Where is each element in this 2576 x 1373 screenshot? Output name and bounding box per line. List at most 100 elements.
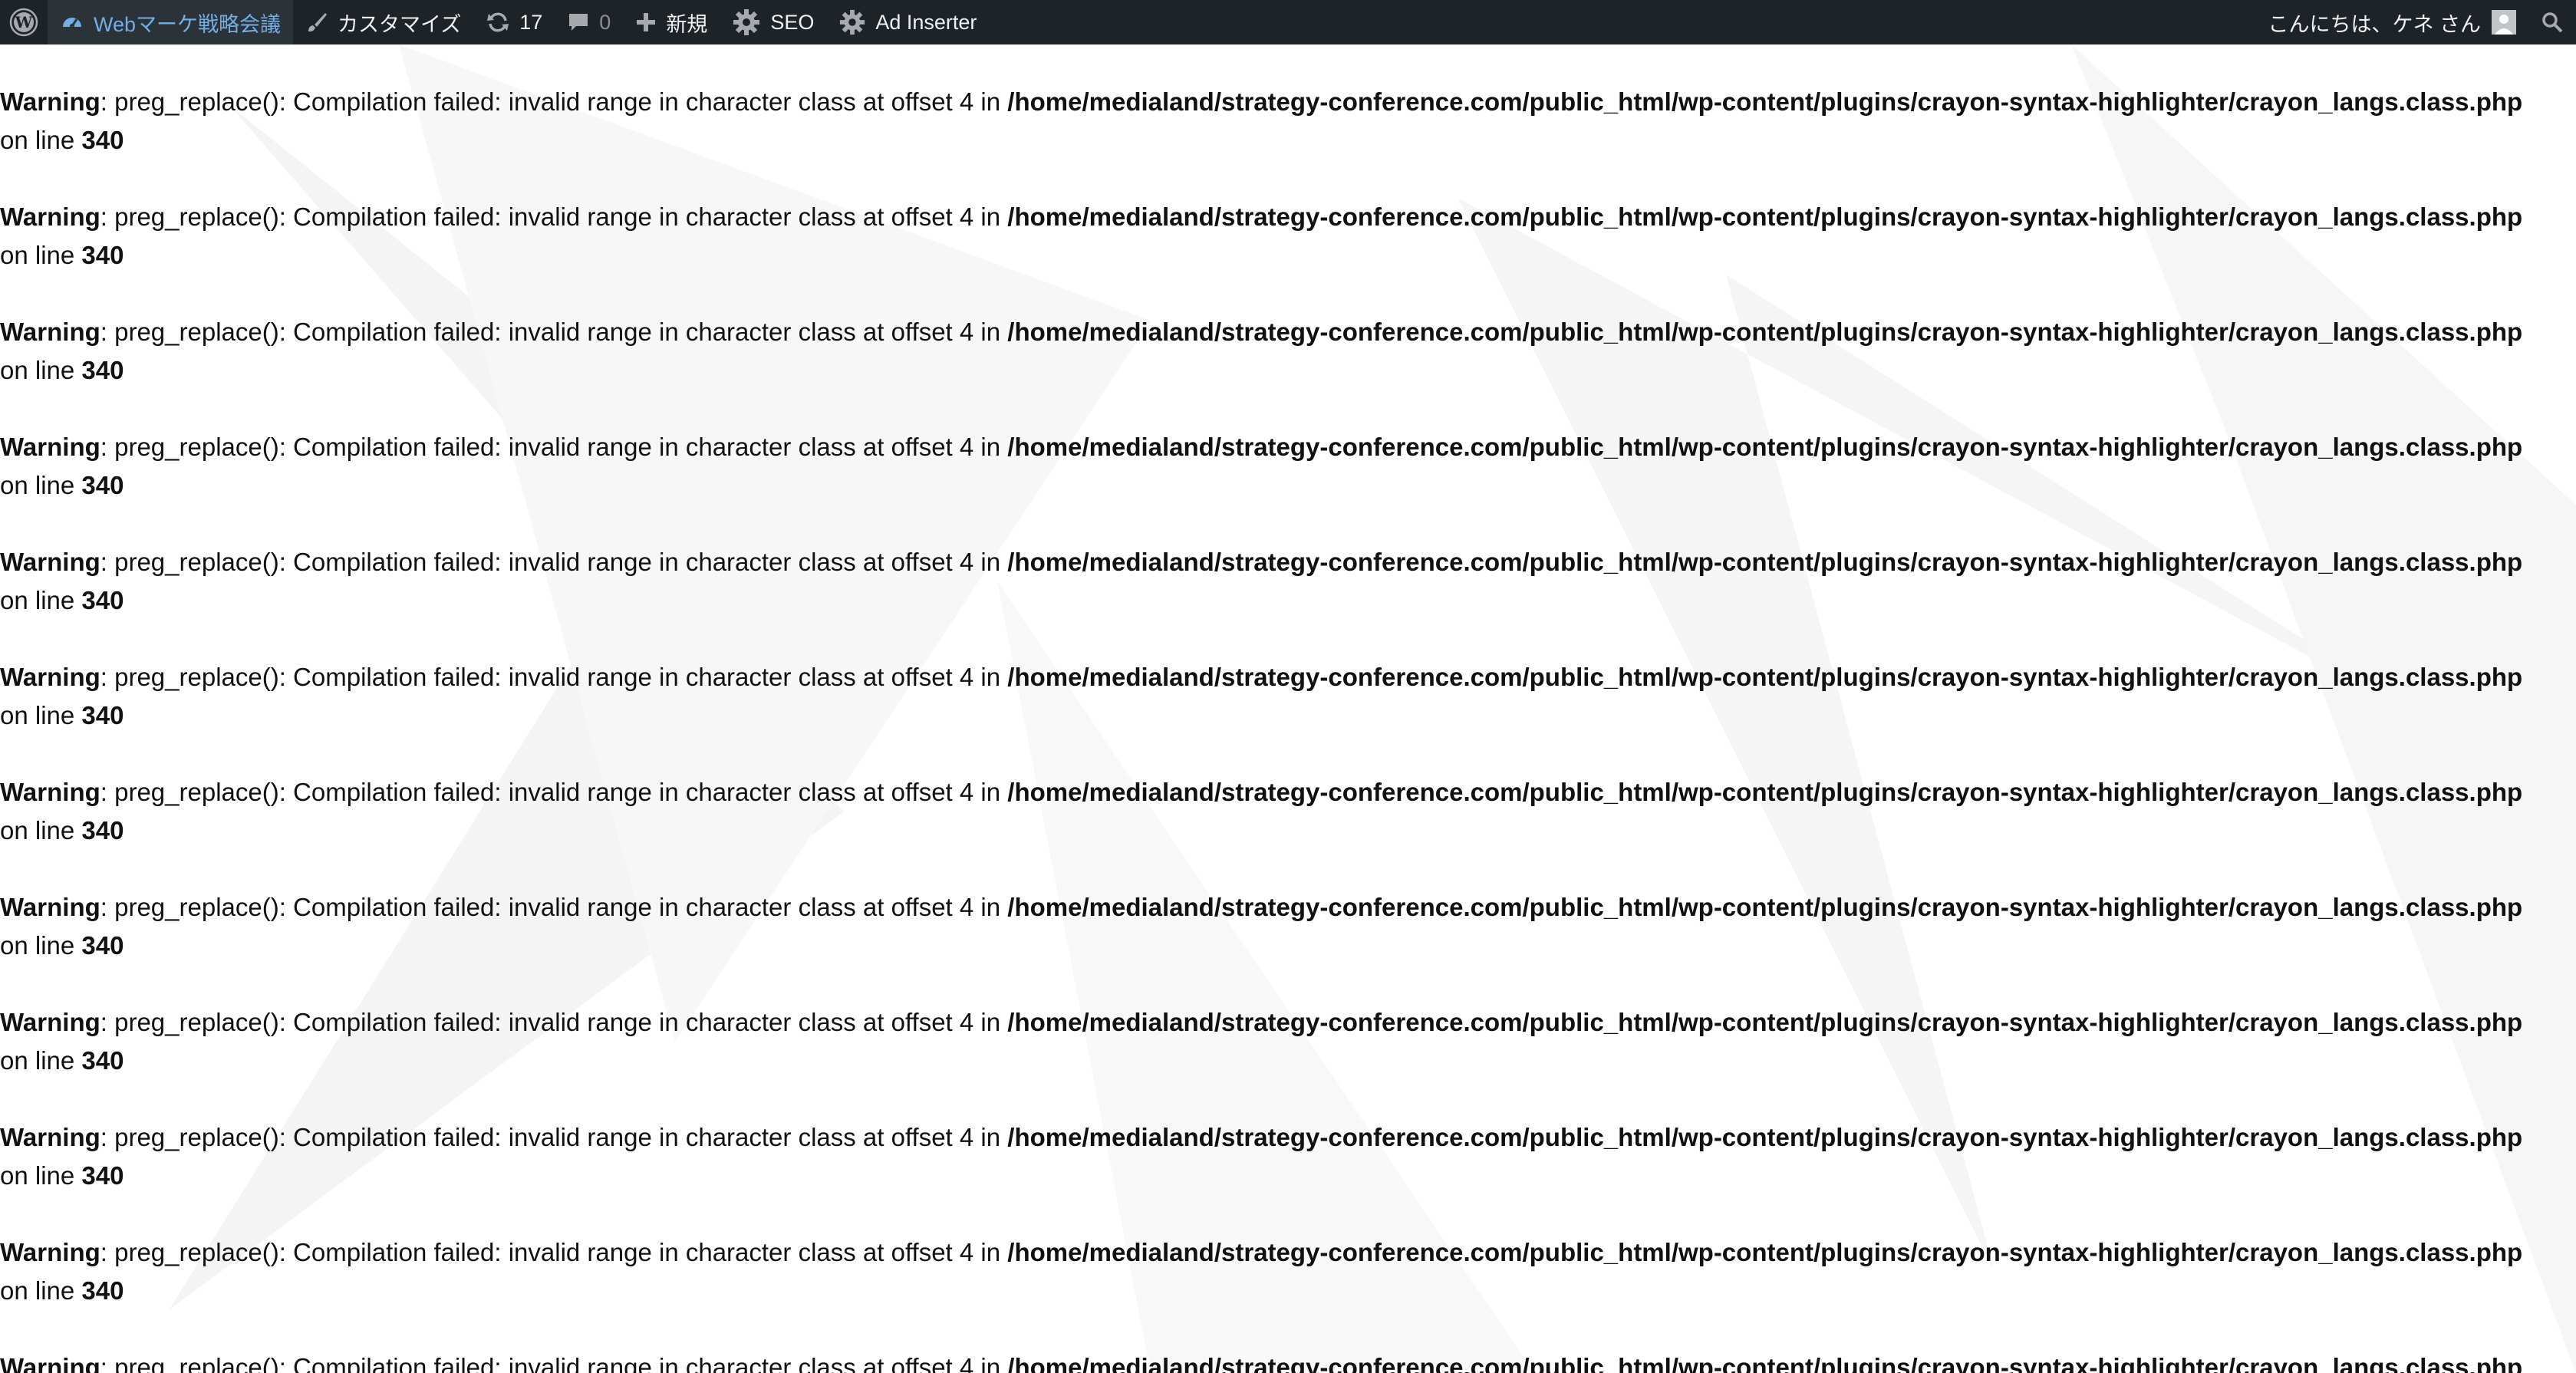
warning-second-line: on line 340 — [0, 1157, 2576, 1195]
warning-message: Warning: preg_replace(): Compilation fai… — [0, 1003, 2576, 1080]
warning-first-line: Warning: preg_replace(): Compilation fai… — [0, 1348, 2576, 1373]
warning-line-number: 340 — [81, 931, 124, 960]
warning-label: Warning — [0, 663, 100, 691]
warning-message: Warning: preg_replace(): Compilation fai… — [0, 428, 2576, 505]
warning-text: : preg_replace(): Compilation failed: in… — [100, 1123, 1008, 1151]
site-name-label: Webマーケ戦略会議 — [94, 12, 282, 36]
warning-on-line-text: on line — [0, 931, 82, 960]
comments-count: 0 — [599, 10, 611, 34]
warning-file-path: /home/medialand/strategy-conference.com/… — [1007, 1123, 2523, 1151]
svg-text:W: W — [15, 13, 33, 31]
warning-message: Warning: preg_replace(): Compilation fai… — [0, 1233, 2576, 1310]
new-content-menu[interactable]: 新規 — [623, 0, 720, 44]
warning-second-line: on line 340 — [0, 696, 2576, 735]
warning-label: Warning — [0, 202, 100, 231]
warning-on-line-text: on line — [0, 816, 82, 845]
warning-file-path: /home/medialand/strategy-conference.com/… — [1007, 663, 2523, 691]
updates-count: 17 — [519, 10, 543, 34]
warning-on-line-text: on line — [0, 471, 82, 499]
site-name-menu[interactable]: Webマーケ戦略会議 — [48, 0, 294, 44]
comments-menu[interactable]: 0 — [555, 0, 623, 44]
warning-text: : preg_replace(): Compilation failed: in… — [100, 893, 1008, 921]
warning-label: Warning — [0, 433, 100, 461]
warning-line-number: 340 — [81, 356, 124, 384]
page: W Webマーケ戦略会議 カスタマイズ 17 0 新規 SEO Ad Inser… — [0, 0, 2576, 1373]
seo-menu[interactable]: SEO — [720, 0, 826, 44]
brush-icon — [305, 11, 328, 34]
warning-file-path: /home/medialand/strategy-conference.com/… — [1007, 1008, 2523, 1036]
admin-bar-left: W Webマーケ戦略会議 カスタマイズ 17 0 新規 SEO Ad Inser… — [0, 0, 989, 44]
warning-line-number: 340 — [81, 1161, 124, 1190]
ad-inserter-label: Ad Inserter — [875, 10, 977, 34]
warning-first-line: Warning: preg_replace(): Compilation fai… — [0, 658, 2576, 696]
warning-file-path: /home/medialand/strategy-conference.com/… — [1007, 202, 2523, 231]
updates-menu[interactable]: 17 — [473, 0, 555, 44]
warning-first-line: Warning: preg_replace(): Compilation fai… — [0, 83, 2576, 121]
warning-file-path: /home/medialand/strategy-conference.com/… — [1007, 1238, 2523, 1266]
warning-label: Warning — [0, 548, 100, 576]
warning-file-path: /home/medialand/strategy-conference.com/… — [1007, 778, 2523, 806]
warning-second-line: on line 340 — [0, 812, 2576, 850]
warning-second-line: on line 340 — [0, 466, 2576, 505]
warning-text: : preg_replace(): Compilation failed: in… — [100, 1008, 1008, 1036]
search-icon — [2541, 11, 2564, 34]
warning-first-line: Warning: preg_replace(): Compilation fai… — [0, 1003, 2576, 1042]
warning-label: Warning — [0, 1123, 100, 1151]
seo-label: SEO — [770, 10, 815, 34]
comment-icon — [567, 11, 590, 34]
warning-message: Warning: preg_replace(): Compilation fai… — [0, 83, 2576, 160]
warning-file-path: /home/medialand/strategy-conference.com/… — [1007, 87, 2523, 116]
warning-list: Warning: preg_replace(): Compilation fai… — [0, 83, 2576, 1373]
page-content: Warning: preg_replace(): Compilation fai… — [0, 44, 2576, 1373]
warning-second-line: on line 340 — [0, 351, 2576, 390]
warning-second-line: on line 340 — [0, 236, 2576, 275]
warning-label: Warning — [0, 1353, 100, 1373]
warning-on-line-text: on line — [0, 1046, 82, 1075]
plus-icon — [635, 12, 657, 33]
warning-line-number: 340 — [81, 816, 124, 845]
warning-on-line-text: on line — [0, 1276, 82, 1305]
avatar — [2492, 10, 2516, 35]
warning-message: Warning: preg_replace(): Compilation fai… — [0, 1348, 2576, 1373]
warning-text: : preg_replace(): Compilation failed: in… — [100, 202, 1008, 231]
wordpress-logo-icon: W — [9, 8, 38, 37]
warning-on-line-text: on line — [0, 241, 82, 269]
warning-text: : preg_replace(): Compilation failed: in… — [100, 663, 1008, 691]
wordpress-logo-menu[interactable]: W — [0, 0, 48, 44]
search-button[interactable] — [2528, 0, 2576, 44]
warning-second-line: on line 340 — [0, 1042, 2576, 1080]
warning-on-line-text: on line — [0, 586, 82, 614]
warning-text: : preg_replace(): Compilation failed: in… — [100, 318, 1008, 346]
gear-icon — [732, 8, 761, 37]
new-content-label: 新規 — [666, 12, 708, 36]
warning-first-line: Warning: preg_replace(): Compilation fai… — [0, 198, 2576, 236]
warning-text: : preg_replace(): Compilation failed: in… — [100, 433, 1008, 461]
warning-second-line: on line 340 — [0, 927, 2576, 965]
warning-message: Warning: preg_replace(): Compilation fai… — [0, 773, 2576, 850]
warning-text: : preg_replace(): Compilation failed: in… — [100, 1238, 1008, 1266]
my-account-menu[interactable]: こんにちは、ケネ さん — [2255, 0, 2528, 44]
warning-on-line-text: on line — [0, 1161, 82, 1190]
warning-line-number: 340 — [81, 1276, 124, 1305]
warning-label: Warning — [0, 87, 100, 116]
warning-message: Warning: preg_replace(): Compilation fai… — [0, 1118, 2576, 1195]
customize-label: カスタマイズ — [338, 12, 462, 36]
warning-line-number: 340 — [81, 126, 124, 154]
warning-line-number: 340 — [81, 1046, 124, 1075]
ad-inserter-menu[interactable]: Ad Inserter — [826, 0, 989, 44]
warning-file-path: /home/medialand/strategy-conference.com/… — [1007, 433, 2523, 461]
warning-first-line: Warning: preg_replace(): Compilation fai… — [0, 888, 2576, 927]
warning-message: Warning: preg_replace(): Compilation fai… — [0, 198, 2576, 275]
warning-first-line: Warning: preg_replace(): Compilation fai… — [0, 773, 2576, 812]
admin-bar-right: こんにちは、ケネ さん — [2255, 0, 2576, 44]
warning-line-number: 340 — [81, 241, 124, 269]
warning-file-path: /home/medialand/strategy-conference.com/… — [1007, 893, 2523, 921]
warning-file-path: /home/medialand/strategy-conference.com/… — [1007, 318, 2523, 346]
warning-message: Warning: preg_replace(): Compilation fai… — [0, 313, 2576, 390]
admin-bar: W Webマーケ戦略会議 カスタマイズ 17 0 新規 SEO Ad Inser… — [0, 0, 2576, 44]
warning-first-line: Warning: preg_replace(): Compilation fai… — [0, 1118, 2576, 1157]
customize-menu[interactable]: カスタマイズ — [293, 0, 473, 44]
warning-first-line: Warning: preg_replace(): Compilation fai… — [0, 428, 2576, 466]
warning-label: Warning — [0, 893, 100, 921]
warning-first-line: Warning: preg_replace(): Compilation fai… — [0, 543, 2576, 581]
